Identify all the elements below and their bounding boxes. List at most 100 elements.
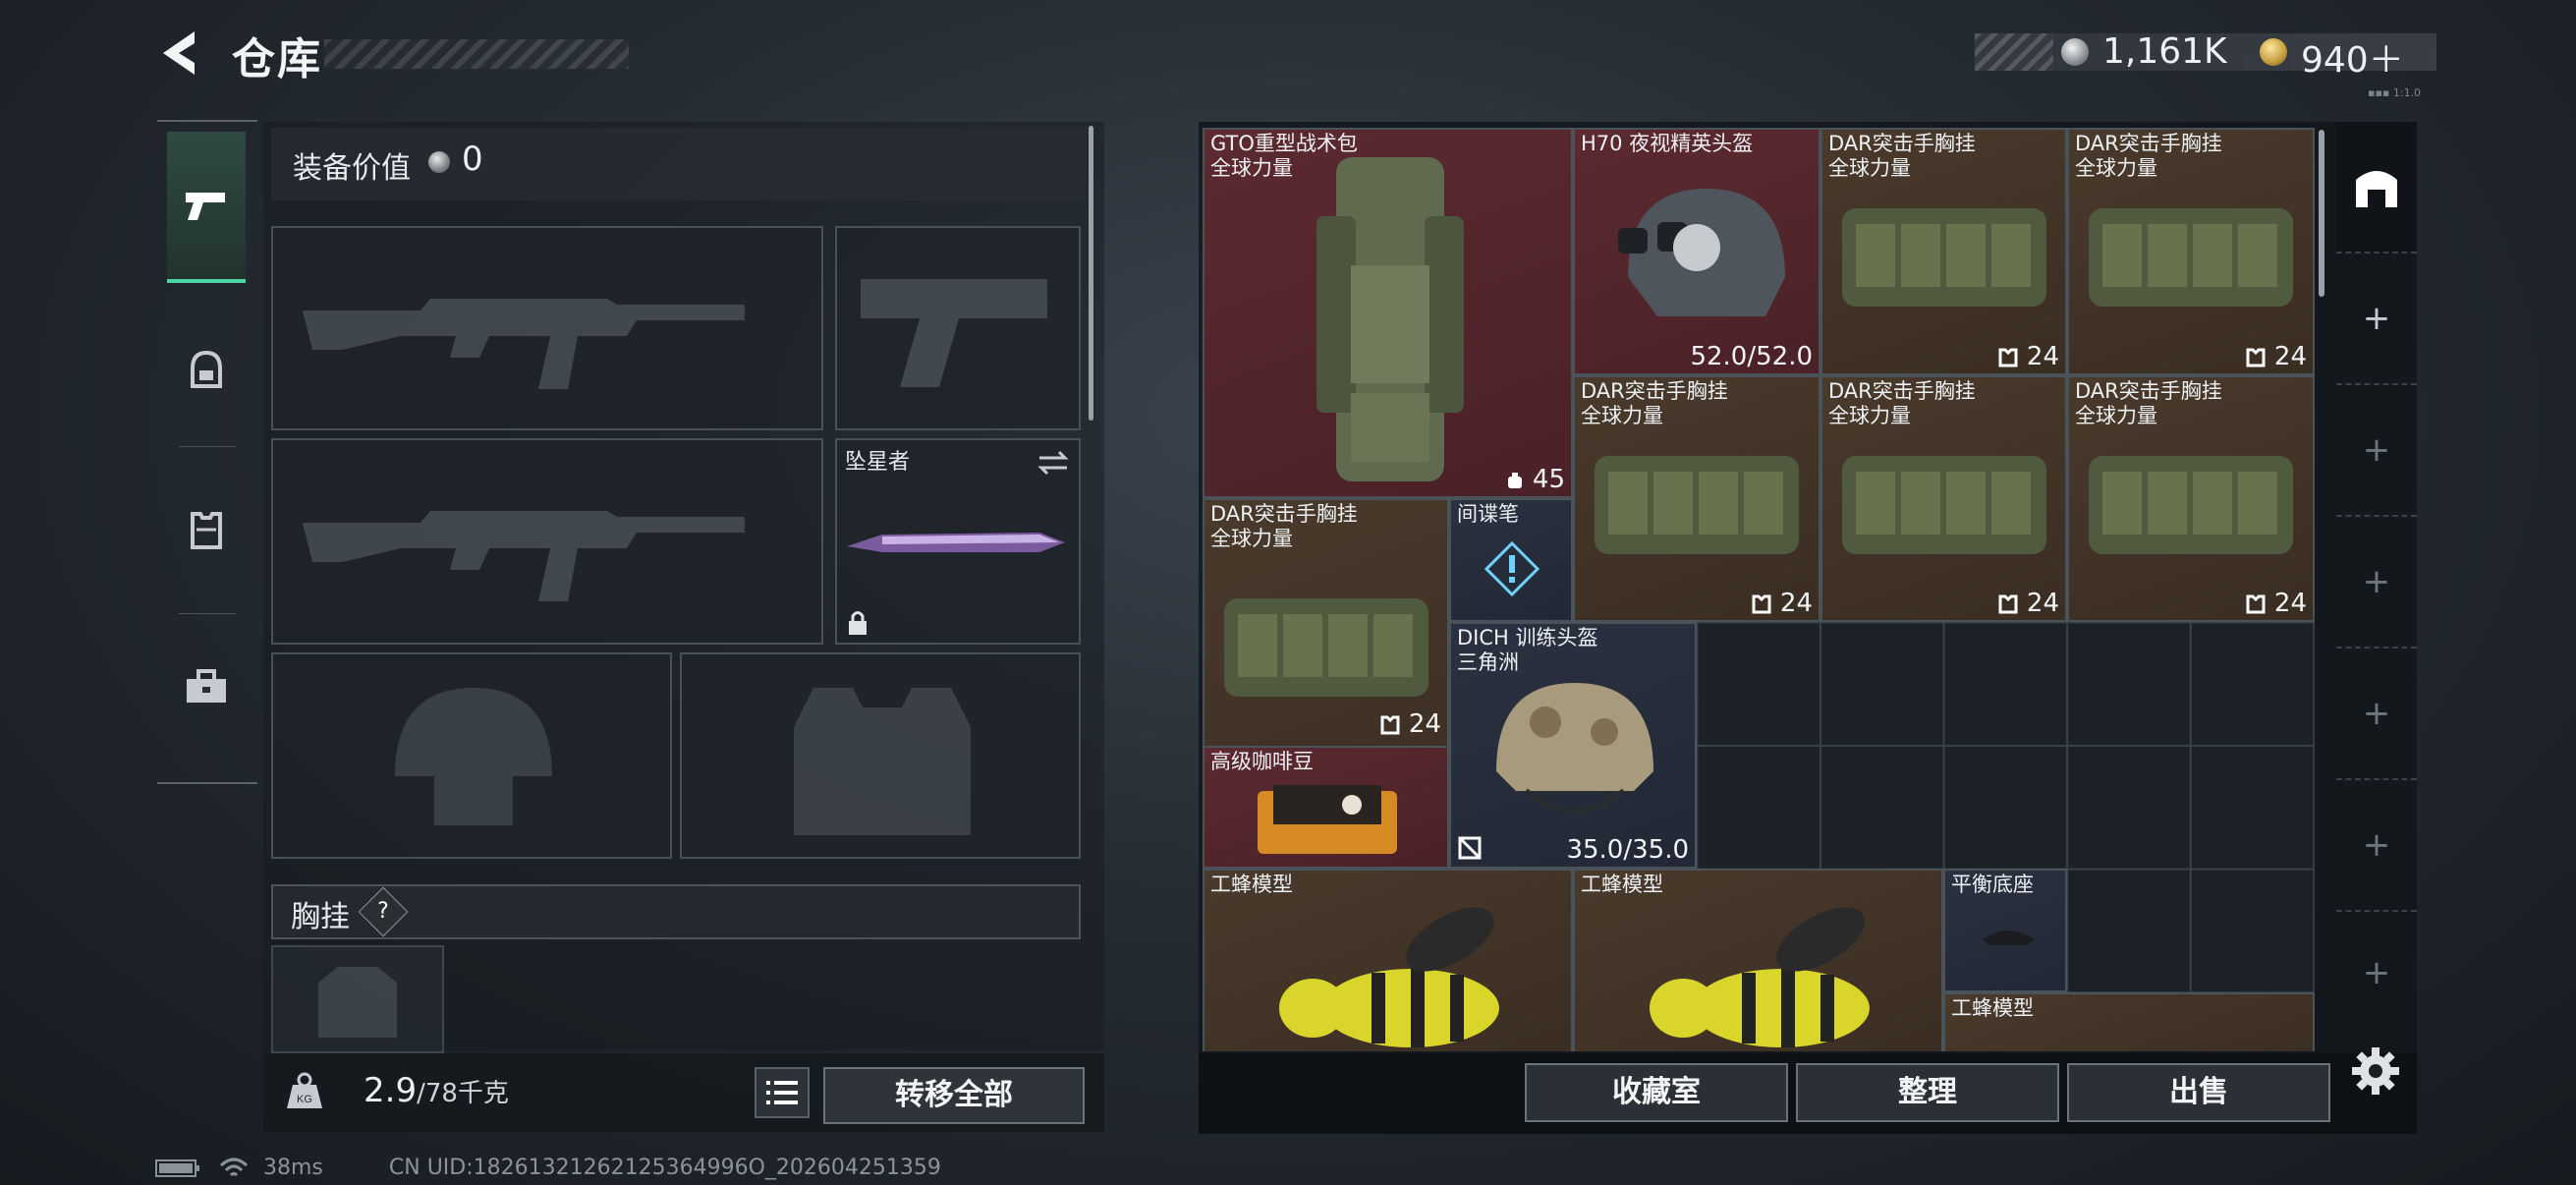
back-button[interactable] <box>155 28 204 79</box>
chest-rig-icon <box>2089 456 2293 554</box>
storage-tab-add[interactable]: + <box>2336 517 2417 649</box>
silver-coin-icon <box>2061 38 2089 66</box>
storage-tab-add[interactable]: + <box>2336 254 2417 385</box>
inventory-item[interactable]: H70 夜视精英头盔 52.0/52.0 <box>1573 128 1820 375</box>
armor-class-icon <box>1752 594 1771 613</box>
armor-class-icon <box>2246 348 2266 367</box>
help-icon[interactable]: ? <box>358 886 409 937</box>
item-name: DAR突击手胸挂 全球力量 <box>1828 379 1976 427</box>
primary-weapon-slot[interactable] <box>271 226 823 430</box>
item-name: DAR突击手胸挂 全球力量 <box>1828 132 1976 180</box>
chest-rig-icon <box>2089 208 2293 307</box>
category-sidebar <box>157 120 257 784</box>
item-value: 24 <box>1379 709 1441 739</box>
item-value: 24 <box>2245 342 2307 371</box>
balance-base-icon <box>1983 931 2034 945</box>
pistol-slot[interactable] <box>835 226 1081 430</box>
item-name: H70 夜视精英头盔 <box>1581 132 1754 155</box>
inventory-item[interactable]: 高级咖啡豆 <box>1203 746 1449 869</box>
plus-icon: + <box>2362 562 2391 601</box>
inventory-item[interactable]: 工蜂模型 <box>1573 869 1943 1051</box>
pistol-silhouette-icon <box>861 279 1047 387</box>
sidebar-armor[interactable] <box>167 456 246 603</box>
chest-rig-header: 胸挂 ? <box>271 884 1081 939</box>
inventory-item[interactable]: DAR突击手胸挂 全球力量 24 <box>1820 128 2067 375</box>
bottom-bar-right: 收藏室 整理 出售 <box>1199 1053 2417 1134</box>
organize-button[interactable]: 整理 <box>1796 1063 2059 1122</box>
chest-rig-icon <box>1224 598 1428 697</box>
melee-slot[interactable]: 坠星者 <box>835 438 1081 645</box>
currency-silver-value: 1,161K <box>2102 31 2227 72</box>
coffee-bean-bag-icon <box>1258 785 1397 854</box>
chest-rig-icon <box>1842 456 2046 554</box>
inventory-item[interactable]: 工蜂模型 <box>1203 869 1573 1051</box>
inventory-item[interactable]: 工蜂模型 <box>1943 992 2315 1051</box>
inventory-item[interactable]: DAR突击手胸挂 全球力量 24 <box>2067 375 2315 622</box>
sidebar-helmet[interactable] <box>167 297 246 444</box>
plus-icon: + <box>2362 694 2391 733</box>
item-name: DAR突击手胸挂 全球力量 <box>1581 379 1728 427</box>
page-title: 仓库 <box>232 34 322 85</box>
wifi-icon <box>219 1157 249 1177</box>
helmet-slot[interactable] <box>271 652 672 859</box>
storage-tab-add[interactable]: + <box>2336 780 2417 912</box>
settings-button[interactable] <box>2348 1044 2403 1099</box>
storage-tab-rail: + + + + + + <box>2336 122 2417 1036</box>
currency-gold-value[interactable]: 940＋ <box>2301 31 2404 83</box>
weight-readout: 2.9/78千克 <box>364 1071 509 1110</box>
night-vision-helmet-icon <box>1618 189 1785 316</box>
rifle-silhouette-icon <box>303 299 745 389</box>
item-name: 平衡底座 <box>1951 873 2034 896</box>
storage-tab-add[interactable]: + <box>2336 649 2417 780</box>
item-name: DAR突击手胸挂 全球力量 <box>2075 379 2222 427</box>
item-name: 间谍笔 <box>1457 502 1519 526</box>
list-view-button[interactable] <box>755 1067 810 1118</box>
inventory-item[interactable]: DICH 训练头盔 三角洲 35.0/35.0 <box>1449 622 1697 869</box>
inventory-item[interactable]: GTO重型战术包 全球力量 45 <box>1203 128 1573 498</box>
inventory-item[interactable]: DAR突击手胸挂 全球力量 24 <box>2067 128 2315 375</box>
loadout-scrollbar[interactable] <box>1089 126 1093 421</box>
storage-scrollbar[interactable] <box>2319 130 2324 297</box>
armor-class-icon <box>1380 715 1400 734</box>
plus-icon: + <box>2362 825 2391 865</box>
equipment-value: 0 <box>462 140 483 179</box>
helmet-icon <box>191 350 222 388</box>
bottom-bar-left: KG 2.9/78千克 转移全部 <box>263 1053 1104 1132</box>
storage-tab-add[interactable]: + <box>2336 912 2417 1034</box>
armor-slot[interactable] <box>680 652 1081 859</box>
inventory-item[interactable]: 平衡底座 <box>1943 869 2067 992</box>
storage-tab-home[interactable] <box>2336 122 2417 254</box>
item-value: 45 <box>1505 465 1565 494</box>
storage-grid: GTO重型战术包 全球力量 45 H70 夜视精英头盔 52.0/52.0 DAR… <box>1203 128 2315 1051</box>
chest-rig-silhouette-icon <box>318 967 397 1038</box>
item-name: 工蜂模型 <box>1210 873 1293 896</box>
gold-coin-icon <box>2260 38 2287 66</box>
plus-icon: + <box>2362 953 2391 992</box>
status-bar: 38ms CN UID:18261321262125364996O_202604… <box>155 1156 941 1180</box>
item-value: 24 <box>1751 589 1813 618</box>
sidebar-weapons[interactable] <box>167 132 246 283</box>
sell-button[interactable]: 出售 <box>2067 1063 2330 1122</box>
alert-diamond-icon <box>1484 540 1540 597</box>
knife-icon <box>847 533 1065 552</box>
collection-button[interactable]: 收藏室 <box>1525 1063 1788 1122</box>
equipment-value-bar: 装备价值 0 <box>271 128 1087 200</box>
swap-icon[interactable] <box>1036 448 1071 478</box>
item-name: 高级咖啡豆 <box>1210 750 1314 773</box>
no-insure-icon <box>1458 836 1482 860</box>
storage-tab-add[interactable]: + <box>2336 385 2417 517</box>
inventory-item[interactable]: DAR突击手胸挂 全球力量 24 <box>1573 375 1820 622</box>
transfer-all-button[interactable]: 转移全部 <box>823 1067 1085 1124</box>
backpack-icon <box>1316 157 1464 481</box>
chest-rig-icon <box>1842 208 2046 307</box>
helmet-silhouette-icon <box>395 688 552 825</box>
secondary-weapon-slot[interactable] <box>271 438 823 645</box>
rifle-silhouette-icon <box>303 511 745 601</box>
inventory-item[interactable]: DAR突击手胸挂 全球力量 24 <box>1820 375 2067 622</box>
plus-icon: + <box>2362 430 2391 470</box>
chest-rig-slot[interactable] <box>271 945 444 1053</box>
sidebar-supplies[interactable] <box>167 613 246 761</box>
list-icon <box>766 1081 798 1104</box>
item-name: DAR突击手胸挂 全球力量 <box>2075 132 2222 180</box>
inventory-item[interactable]: 间谍笔 <box>1449 498 1573 622</box>
